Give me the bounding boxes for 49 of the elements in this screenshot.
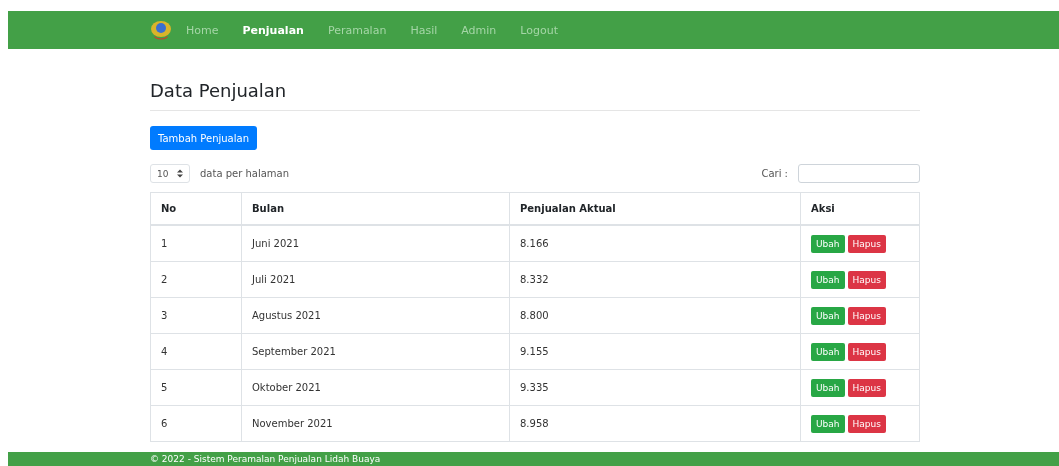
nav-link[interactable]: Home (186, 23, 219, 37)
table-cell: September 2021 (241, 333, 510, 370)
column-header: Penjualan Aktual (509, 192, 801, 225)
edit-button[interactable]: Ubah (811, 378, 845, 397)
table-cell: 8.958 (509, 405, 801, 442)
table-cell: 5 (150, 369, 242, 406)
column-header: No (150, 192, 242, 225)
table-cell: 9.335 (509, 369, 801, 406)
page-title: Data Penjualan (150, 80, 920, 111)
table-cell: 3 (150, 297, 242, 334)
footer-text: © 2022 - Sistem Peramalan Penjualan Lidah Buaya (150, 453, 382, 466)
table-cell: November 2021 (241, 405, 510, 442)
edit-button[interactable]: Ubah (811, 342, 845, 361)
edit-button[interactable]: Ubah (811, 306, 845, 325)
column-header: Bulan (241, 192, 510, 225)
table-cell: 8.332 (509, 261, 801, 298)
table-cell: Oktober 2021 (241, 369, 510, 406)
table-cell: 2 (150, 261, 242, 298)
table-cell: 9.155 (509, 333, 801, 370)
emblem-logo-icon[interactable] (150, 20, 172, 40)
table-cell: 8.800 (509, 297, 801, 334)
nav-link[interactable]: Penjualan (242, 23, 304, 37)
delete-button[interactable]: Hapus (847, 414, 886, 433)
delete-button[interactable]: Hapus (847, 378, 886, 397)
sort-caret-icon (177, 169, 183, 178)
search-label: Cari : (761, 168, 788, 179)
search-field[interactable] (798, 164, 920, 183)
nav-link[interactable]: Peramalan (327, 23, 387, 37)
table-cell: 8.166 (509, 225, 801, 262)
page-size-label: data per halaman (200, 168, 290, 179)
delete-button[interactable]: Hapus (847, 342, 886, 361)
table-cell: Juli 2021 (241, 261, 510, 298)
edit-button[interactable]: Ubah (811, 234, 845, 253)
nav-link[interactable]: Hasil (410, 23, 438, 37)
nav-link[interactable]: Logout (520, 23, 558, 37)
table-cell: 4 (150, 333, 242, 370)
table-cell: 6 (150, 405, 242, 442)
page-size-select[interactable]: 10 (150, 164, 190, 183)
delete-button[interactable]: Hapus (847, 270, 886, 289)
delete-button[interactable]: Hapus (847, 234, 886, 253)
table-cell: Agustus 2021 (241, 297, 510, 334)
nav-link[interactable]: Admin (461, 23, 497, 37)
delete-button[interactable]: Hapus (847, 306, 886, 325)
table-cell: 1 (150, 225, 242, 262)
add-sales-button[interactable]: Tambah Penjualan (150, 126, 257, 150)
column-header: Aksi (800, 192, 920, 225)
edit-button[interactable]: Ubah (811, 414, 845, 433)
table-cell: Juni 2021 (241, 225, 510, 262)
edit-button[interactable]: Ubah (811, 270, 845, 289)
